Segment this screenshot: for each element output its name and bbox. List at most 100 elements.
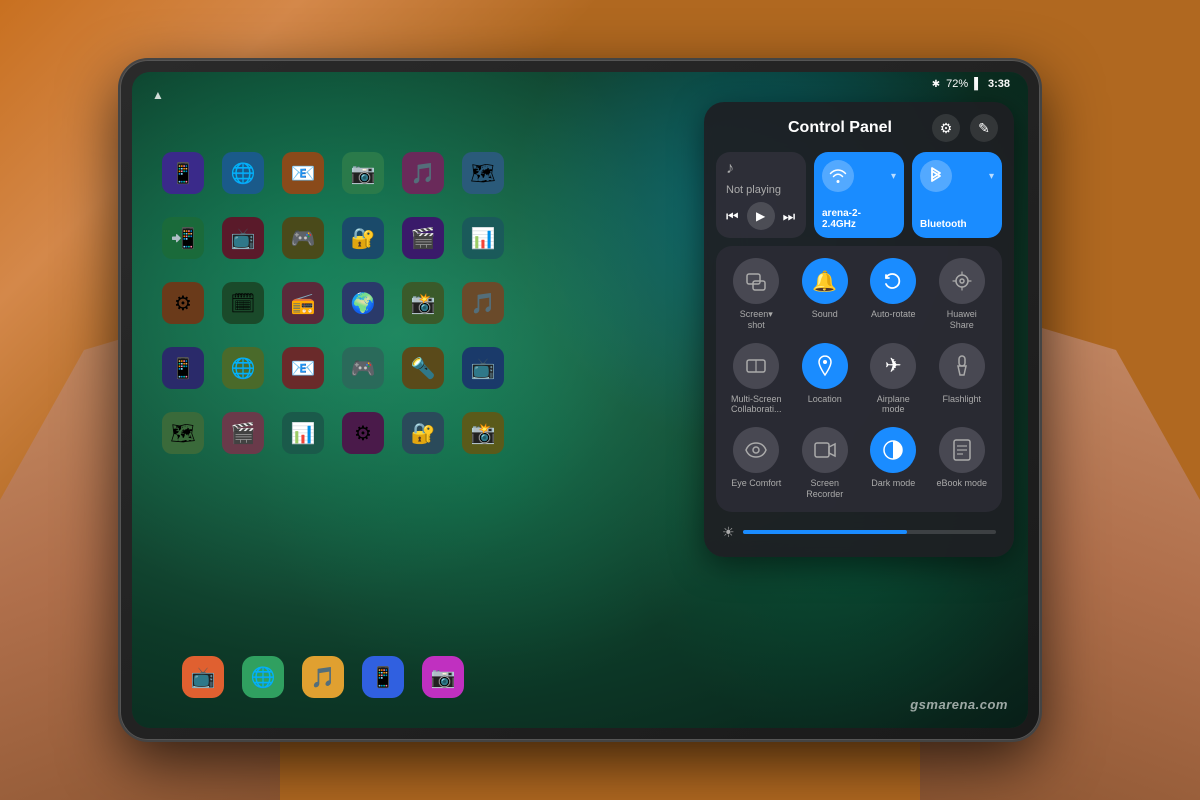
bt-name: Bluetooth <box>920 219 994 230</box>
app-icon[interactable]: 📲 <box>162 217 204 259</box>
brightness-icon: ☀ <box>722 524 735 541</box>
toggle-huawei-share[interactable]: HuaweiShare <box>934 258 991 331</box>
dock-app-icon[interactable]: 📷 <box>422 656 464 698</box>
toggle-flashlight-icon <box>939 343 985 389</box>
toggle-autorotate[interactable]: Auto-rotate <box>865 258 922 331</box>
prev-button[interactable]: ⏮ <box>726 208 739 225</box>
app-icon[interactable]: 🎬 <box>222 412 264 454</box>
app-icon[interactable]: 📧 <box>282 152 324 194</box>
app-icon[interactable]: 🎮 <box>342 347 384 389</box>
settings-icon-btn[interactable]: ⚙ <box>932 114 960 142</box>
toggle-location-icon <box>802 343 848 389</box>
toggle-dark-mode-icon <box>870 427 916 473</box>
app-icon[interactable]: 🎬 <box>402 217 444 259</box>
toggle-ebook-icon <box>939 427 985 473</box>
dock-app-icon[interactable]: 📺 <box>182 656 224 698</box>
app-icon[interactable]: 🌐 <box>222 347 264 389</box>
app-icon[interactable]: ⚙ <box>342 412 384 454</box>
bluetooth-tile[interactable]: ▾ Bluetooth <box>912 152 1002 238</box>
quick-toggles-grid: Screen▾shot 🔔 Sound <box>716 246 1002 512</box>
app-icon[interactable]: 📸 <box>402 282 444 324</box>
toggle-screen-recorder[interactable]: ScreenRecorder <box>797 427 854 500</box>
app-icon[interactable]: 📧 <box>282 347 324 389</box>
wifi-tile-header: ▾ <box>822 160 896 192</box>
app-icon[interactable]: ⚙ <box>162 282 204 324</box>
play-button[interactable]: ▶ <box>747 202 775 230</box>
toggle-multiscreen-icon <box>733 343 779 389</box>
next-button[interactable]: ⏭ <box>783 208 796 225</box>
app-icon[interactable]: 🔐 <box>402 412 444 454</box>
toggle-multiscreen[interactable]: Multi-ScreenCollaborati... <box>728 343 785 416</box>
toggle-airplane[interactable]: ✈ Airplanemode <box>865 343 922 416</box>
toggle-dark-mode[interactable]: Dark mode <box>865 427 922 500</box>
bluetooth-status-icon: ✱ <box>932 79 940 90</box>
app-icon[interactable]: 📊 <box>462 217 504 259</box>
edit-icon-btn[interactable]: ✎ <box>970 114 998 142</box>
status-bar: ✱ 72% ▌ 3:38 <box>704 78 1014 90</box>
toggle-ebook-label: eBook mode <box>936 478 987 489</box>
bt-tile-header: ▾ <box>920 160 994 192</box>
toggle-eye-comfort-icon <box>733 427 779 473</box>
control-panel: Control Panel ⚙ ✎ ♪ Not playing ⏮ ▶ ⏭ <box>704 102 1014 557</box>
toggle-eye-comfort-label: Eye Comfort <box>731 478 781 489</box>
toggle-flashlight[interactable]: Flashlight <box>934 343 991 416</box>
app-icon[interactable]: 🔐 <box>342 217 384 259</box>
wifi-icon <box>822 160 854 192</box>
toggle-location[interactable]: Location <box>797 343 854 416</box>
app-icon[interactable]: 🎵 <box>402 152 444 194</box>
toggle-eye-comfort[interactable]: Eye Comfort <box>728 427 785 500</box>
app-icon[interactable]: 🗓 <box>222 282 264 324</box>
app-icon[interactable]: 📺 <box>462 347 504 389</box>
app-icon[interactable]: 📱 <box>162 152 204 194</box>
app-icon[interactable]: 🎮 <box>282 217 324 259</box>
toggle-screenshot-label: Screen▾shot <box>740 309 773 331</box>
battery-icon: ▌ <box>974 78 982 90</box>
app-icon[interactable]: 🗺 <box>462 152 504 194</box>
toggle-autorotate-icon <box>870 258 916 304</box>
app-icon[interactable]: 📺 <box>222 217 264 259</box>
bt-chevron: ▾ <box>989 171 994 182</box>
dock-app-icon[interactable]: 🌐 <box>242 656 284 698</box>
toggle-location-label: Location <box>808 394 842 405</box>
app-icon[interactable]: 🎵 <box>462 282 504 324</box>
toggle-flashlight-label: Flashlight <box>942 394 981 405</box>
toggle-huawei-share-icon <box>939 258 985 304</box>
bluetooth-icon <box>920 160 952 192</box>
app-icon[interactable]: 🔦 <box>402 347 444 389</box>
app-icon[interactable]: 📊 <box>282 412 324 454</box>
toggle-screenshot-icon <box>733 258 779 304</box>
app-icon[interactable]: 🌍 <box>342 282 384 324</box>
toggle-screen-recorder-label: ScreenRecorder <box>806 478 843 500</box>
app-icon[interactable]: 📷 <box>342 152 384 194</box>
toggle-airplane-icon: ✈ <box>870 343 916 389</box>
toggle-multiscreen-label: Multi-ScreenCollaborati... <box>731 394 782 416</box>
toggle-ebook[interactable]: eBook mode <box>934 427 991 500</box>
wifi-tile[interactable]: ▾ arena-2-2.4GHz <box>814 152 904 238</box>
toggle-screenshot[interactable]: Screen▾shot <box>728 258 785 331</box>
music-widget: ♪ Not playing ⏮ ▶ ⏭ <box>716 152 806 238</box>
app-icon[interactable]: 🗺 <box>162 412 204 454</box>
app-icon[interactable]: 📱 <box>162 347 204 389</box>
cp-header: Control Panel ⚙ ✎ <box>716 114 1002 142</box>
cp-header-icons: ⚙ ✎ <box>932 114 998 142</box>
brightness-track[interactable] <box>743 530 996 534</box>
toggle-huawei-share-label: HuaweiShare <box>947 309 977 331</box>
toggle-autorotate-label: Auto-rotate <box>871 309 916 320</box>
toggle-airplane-label: Airplanemode <box>877 394 910 416</box>
battery-percentage: 72% <box>946 78 968 90</box>
app-icon[interactable]: 📻 <box>282 282 324 324</box>
brightness-control: ☀ <box>716 520 1002 545</box>
app-icon[interactable]: 🌐 <box>222 152 264 194</box>
time-display: 3:38 <box>988 78 1010 90</box>
dock-app-icon[interactable]: 🎵 <box>302 656 344 698</box>
toggle-sound-label: Sound <box>812 309 838 320</box>
toggle-dark-mode-label: Dark mode <box>871 478 915 489</box>
dock-app-icon[interactable]: 📱 <box>362 656 404 698</box>
tablet-device: 📱 🌐 📧 📷 🎵 🗺 📲 📺 🎮 🔐 🎬 📊 ⚙ 🗓 📻 🌍 📸 🎵 📱 🌐 … <box>120 60 1040 740</box>
toggle-sound[interactable]: 🔔 Sound <box>797 258 854 331</box>
wifi-name: arena-2-2.4GHz <box>822 208 896 230</box>
tablet-screen: 📱 🌐 📧 📷 🎵 🗺 📲 📺 🎮 🔐 🎬 📊 ⚙ 🗓 📻 🌍 📸 🎵 📱 🌐 … <box>132 72 1028 728</box>
app-icon[interactable]: 📸 <box>462 412 504 454</box>
toggle-sound-icon: 🔔 <box>802 258 848 304</box>
wifi-chevron: ▾ <box>891 171 896 182</box>
